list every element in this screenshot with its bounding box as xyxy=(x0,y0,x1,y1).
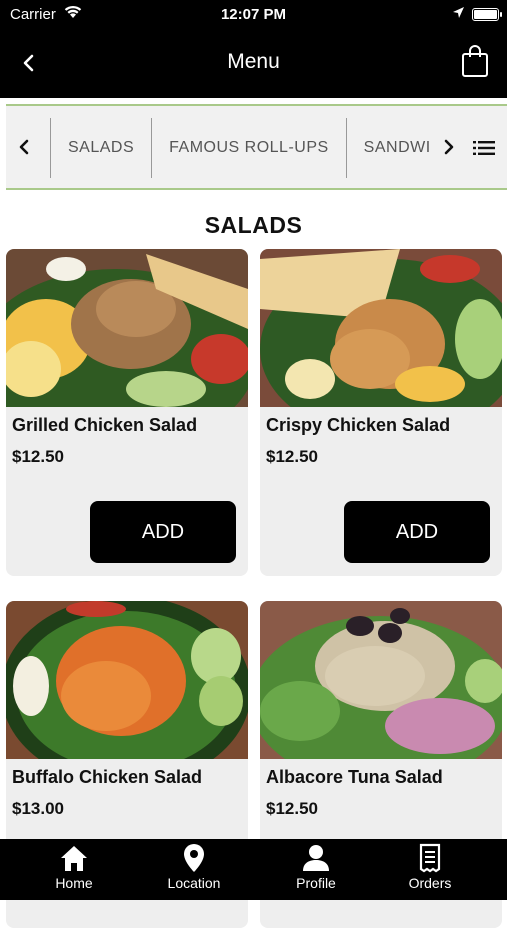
receipt-icon xyxy=(419,843,441,873)
category-tab-famous-roll-ups[interactable]: FAMOUS ROLL-UPS xyxy=(151,118,346,178)
item-name: Crispy Chicken Salad xyxy=(266,415,451,435)
person-icon xyxy=(303,845,329,871)
status-bar: Carrier 12:07 PM xyxy=(0,0,507,30)
tab-home[interactable]: Home xyxy=(14,839,134,900)
tab-label: Profile xyxy=(296,875,336,891)
category-bar: SALADS FAMOUS ROLL-UPS SANDWI xyxy=(6,104,507,190)
add-button[interactable]: ADD xyxy=(90,501,236,563)
location-arrow-icon xyxy=(453,7,464,18)
tab-label: Location xyxy=(167,875,221,891)
category-tab-salads[interactable]: SALADS xyxy=(50,118,151,178)
clock: 12:07 PM xyxy=(220,6,287,23)
item-name: Grilled Chicken Salad xyxy=(12,415,198,435)
tab-orders[interactable]: Orders xyxy=(370,839,490,900)
tab-profile[interactable]: Profile xyxy=(256,839,376,900)
tab-label: Home xyxy=(55,875,93,891)
scroll-right-chevron-icon[interactable] xyxy=(441,138,457,156)
item-price: $12.50 xyxy=(266,799,318,818)
menu-item-card[interactable]: Crispy Chicken Salad $12.50 ADD xyxy=(260,249,502,576)
battery-icon xyxy=(472,8,502,21)
albacore-tuna-salad-image xyxy=(260,601,502,759)
buffalo-chicken-salad-image xyxy=(6,601,248,759)
category-tab-sandwiches[interactable]: SANDWI xyxy=(345,118,433,178)
section-title: SALADS xyxy=(204,212,303,238)
nav-bar: Menu xyxy=(0,30,507,98)
category-list-icon[interactable] xyxy=(473,139,495,157)
home-icon xyxy=(61,846,87,871)
crispy-chicken-salad-image xyxy=(260,249,502,407)
menu-item-card[interactable]: Grilled Chicken Salad $12.50 ADD xyxy=(6,249,248,576)
item-price: $12.50 xyxy=(266,447,318,466)
tab-location[interactable]: Location xyxy=(134,839,254,900)
location-pin-icon xyxy=(184,844,204,872)
grilled-chicken-salad-image xyxy=(6,249,248,407)
add-button[interactable]: ADD xyxy=(344,501,490,563)
scroll-left-chevron-icon[interactable] xyxy=(16,138,32,156)
page-title: Menu xyxy=(227,50,280,73)
shopping-bag-icon[interactable] xyxy=(461,44,489,78)
item-name: Albacore Tuna Salad xyxy=(266,767,443,787)
category-tabs: SALADS FAMOUS ROLL-UPS SANDWI xyxy=(50,118,433,178)
bottom-tab-bar: Home Location Profile Orders xyxy=(0,839,507,900)
item-price: $12.50 xyxy=(12,447,64,466)
item-price: $13.00 xyxy=(12,799,64,818)
tab-label: Orders xyxy=(408,875,452,891)
item-name: Buffalo Chicken Salad xyxy=(12,767,203,787)
